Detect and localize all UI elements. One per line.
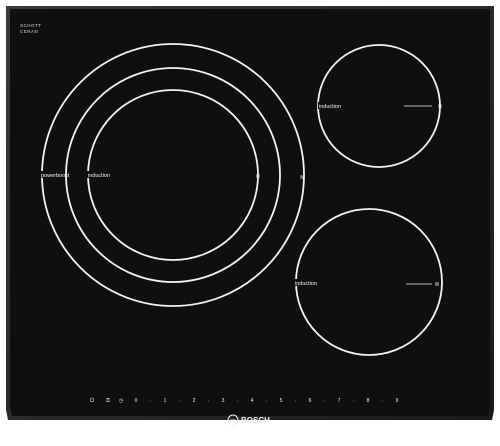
powerboost-label: powerboost: [41, 173, 70, 179]
timer-icon[interactable]: ◷: [119, 398, 124, 404]
power-level-5[interactable]: 5: [280, 398, 283, 404]
power-level-1[interactable]: 1: [164, 398, 167, 404]
large-zone-outer-marker-icon: ≋: [299, 175, 304, 181]
power-level-8[interactable]: 8: [367, 398, 370, 404]
large-zone-marker-icon: ≋: [255, 174, 260, 180]
bosch-brand-name: BOSCH: [241, 416, 270, 425]
power-level-6[interactable]: 6: [309, 398, 312, 404]
power-level-9[interactable]: 9: [396, 398, 399, 404]
power-level-4[interactable]: 4: [251, 398, 254, 404]
power-level-3[interactable]: 3: [222, 398, 225, 404]
cooktop-photo: SCHOTT CERAN powerboost induction ≋ ≋ in…: [0, 0, 500, 441]
top-right-induction-label: induction: [319, 104, 341, 110]
top-right-zone-marker-icon: ≋: [437, 104, 442, 110]
bottom-right-zone-marker-icon: ≋: [434, 282, 439, 288]
bottom-right-induction-label: induction: [295, 281, 317, 287]
child-lock-icon[interactable]: ⚿: [106, 398, 110, 404]
large-induction-label: induction: [88, 173, 110, 179]
logo-line-2: CERAN: [20, 29, 38, 34]
power-level-7[interactable]: 7: [338, 398, 341, 404]
main-switch-icon[interactable]: ⏻: [90, 397, 95, 404]
logo-line-1: SCHOTT: [20, 23, 42, 28]
power-level-2[interactable]: 2: [193, 398, 196, 404]
power-level-0[interactable]: 0: [135, 398, 138, 404]
